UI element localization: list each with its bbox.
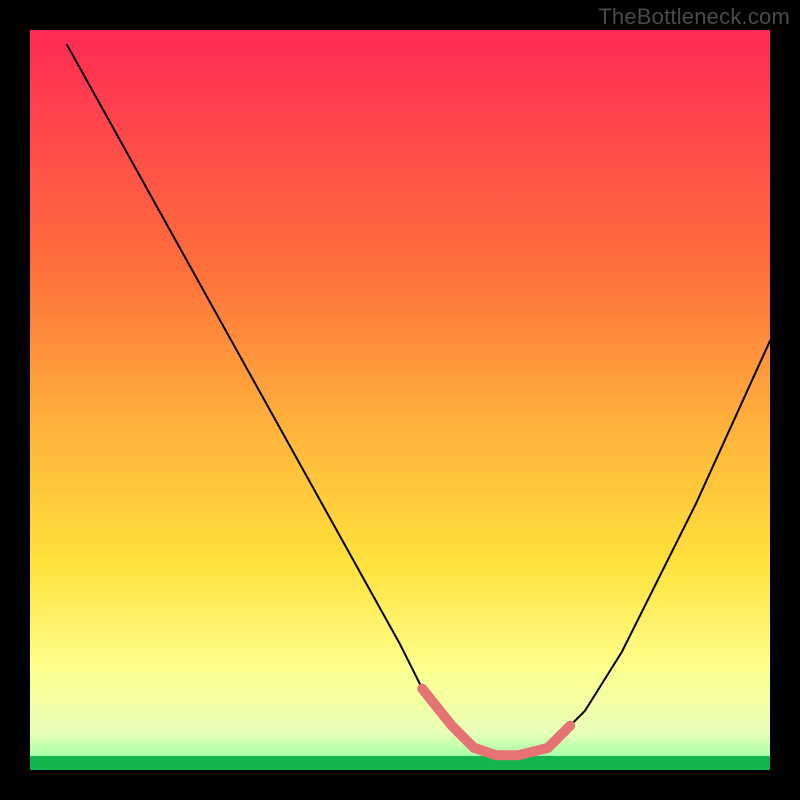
plot-area (30, 30, 770, 770)
chart-svg (30, 30, 770, 770)
green-base-band (30, 756, 770, 770)
chart-frame: TheBottleneck.com (0, 0, 800, 800)
watermark-text: TheBottleneck.com (598, 4, 790, 30)
gradient-background (30, 30, 770, 770)
